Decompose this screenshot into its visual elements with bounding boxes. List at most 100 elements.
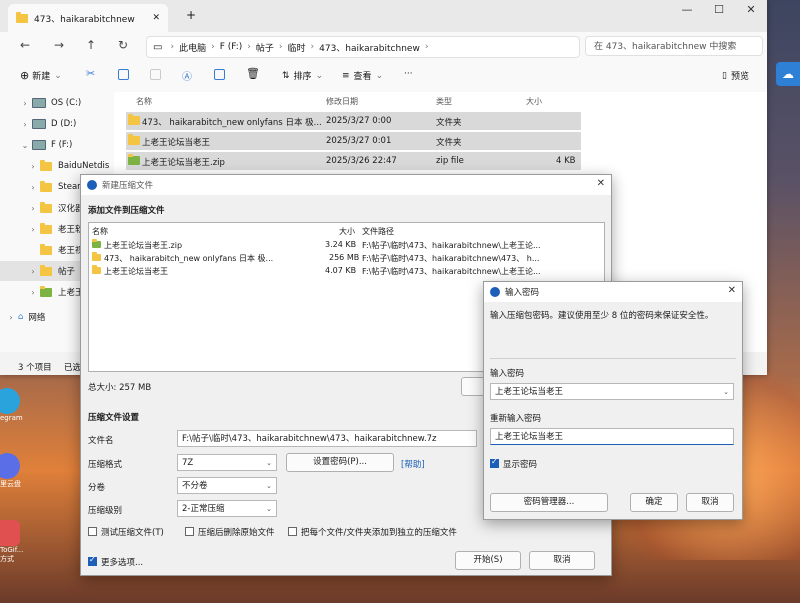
sidebar-item-d-drive[interactable]: › D (D:)	[0, 114, 114, 134]
checkbox-icon	[288, 527, 297, 536]
desktop-icon-aliyun[interactable]: 里云盘	[0, 453, 28, 489]
level-select[interactable]: 2-正常压缩 ⌄	[177, 500, 277, 517]
file-modified: 2025/3/27 0:00	[326, 116, 392, 126]
column-header-type[interactable]: 类型	[436, 96, 452, 107]
sidebar-item-c-drive[interactable]: › OS (C:)	[0, 93, 114, 113]
password-dialog: 输入密码 ✕ 输入压缩包密码。建议使用至少 8 位的密码来保证安全性。 输入密码…	[483, 281, 743, 520]
preview-button[interactable]: ▯ 预览	[722, 69, 749, 83]
file-type: 文件夹	[436, 118, 462, 128]
divider	[490, 358, 736, 359]
breadcrumb-drive-f[interactable]: F (F:)	[220, 42, 243, 52]
up-arrow-icon[interactable]: ↑	[86, 38, 96, 52]
format-label: 压缩格式	[88, 460, 123, 470]
password-dialog-title: 输入密码	[505, 288, 540, 298]
close-icon[interactable]: ✕	[597, 178, 605, 189]
enter-password-input[interactable]: 上老王论坛当老王 ⌄	[490, 383, 734, 400]
minimize-button[interactable]: —	[672, 0, 702, 20]
breadcrumb-this-pc[interactable]: 此电脑	[179, 41, 206, 54]
chevron-down-icon: ⌄	[266, 482, 272, 490]
more-options-checkbox[interactable]: 更多选项...	[88, 555, 143, 568]
refresh-icon[interactable]: ↻	[118, 38, 128, 52]
password-manager-button[interactable]: 密码管理器...	[490, 493, 608, 512]
list-item[interactable]: 上老王论坛当老王	[92, 265, 168, 277]
each-separate-checkbox[interactable]: 把每个文件/文件夹添加到独立的压缩文件	[288, 526, 457, 538]
breadcrumb-linshi[interactable]: 临时	[288, 41, 306, 54]
list-item-size: 4.07 KB	[325, 266, 357, 275]
list-header-path[interactable]: 文件路径	[362, 226, 394, 237]
search-input[interactable]: 在 473、haikarabitchnew 中搜索	[585, 36, 763, 56]
copy-icon[interactable]	[118, 69, 133, 80]
list-header-name[interactable]: 名称	[92, 226, 108, 237]
status-selected: 已选	[64, 363, 82, 373]
tab-current-folder[interactable]: 473、haikarabitchnew ✕	[8, 4, 168, 32]
more-options-button[interactable]: ···	[404, 69, 413, 79]
new-button-label: 新建	[32, 72, 51, 82]
delete-icon[interactable]: 🗑	[246, 67, 260, 80]
tab-bar: 473、haikarabitchnew ✕ + — ☐ ✕	[0, 0, 767, 32]
start-button[interactable]: 开始(S)	[455, 551, 521, 570]
drive-icon	[32, 140, 46, 150]
desktop-icon-telegram[interactable]: egram	[0, 388, 28, 422]
floating-cloud-widget[interactable]: ☁	[776, 62, 800, 86]
list-header-size[interactable]: 大小	[339, 226, 355, 237]
file-row[interactable]: 上老王论坛当老王 2025/3/27 0:01 文件夹	[126, 132, 581, 150]
cloud-drive-icon	[0, 453, 20, 479]
folder-icon	[16, 11, 28, 23]
breadcrumb-tiezi[interactable]: 帖子	[256, 41, 274, 54]
new-button[interactable]: ⊕ 新建 ⌄	[20, 69, 62, 82]
list-item[interactable]: 上老王论坛当老王.zip	[92, 239, 182, 251]
address-bar[interactable]: ▭ › 此电脑 › F (F:) › 帖子 › 临时 › 473、haikarabitc…	[146, 36, 580, 58]
column-header-name[interactable]: 名称	[136, 96, 152, 107]
dialog-titlebar: 新建压缩文件 ✕	[81, 175, 611, 195]
drive-icon	[32, 119, 46, 129]
set-password-button[interactable]: 设置密码(P)...	[286, 453, 394, 472]
close-tab-icon[interactable]: ✕	[152, 13, 160, 23]
view-button[interactable]: ≡ 查看 ⌄	[342, 69, 383, 83]
file-row[interactable]: 473、 haikarabitch_new onlyfans 日本 极... 2…	[126, 112, 581, 130]
view-label: 查看	[353, 72, 372, 82]
share-icon[interactable]	[214, 69, 229, 80]
app-logo-icon	[87, 180, 97, 190]
column-header-size[interactable]: 大小	[526, 96, 542, 107]
ok-button[interactable]: 确定	[630, 493, 678, 512]
file-row[interactable]: 上老王论坛当老王.zip 2025/3/26 22:47 zip file 4 …	[126, 152, 581, 170]
list-item-size: 3.24 KB	[325, 240, 357, 249]
paste-icon[interactable]	[150, 69, 165, 80]
back-arrow-icon[interactable]: ←	[20, 38, 30, 52]
rename-icon[interactable]: Ⓐ	[182, 68, 192, 83]
cut-icon[interactable]: ✂	[86, 67, 95, 80]
split-select[interactable]: 不分卷 ⌄	[177, 477, 277, 494]
desktop-icon-label: 里云盘	[0, 480, 21, 488]
sort-label: 排序	[293, 72, 312, 82]
format-select[interactable]: 7Z ⌄	[177, 454, 277, 471]
tab-title: 473、haikarabitchnew	[34, 14, 135, 25]
close-icon[interactable]: ✕	[728, 285, 736, 296]
password-dialog-titlebar: 输入密码 ✕	[484, 282, 742, 302]
checkbox-icon	[185, 527, 194, 536]
view-icon: ≡	[342, 70, 350, 81]
password-cancel-button[interactable]: 取消	[686, 493, 734, 512]
reenter-password-input[interactable]: 上老王论坛当老王	[490, 428, 734, 445]
filename-input[interactable]: F:\帖子\临时\473、haikarabitchnew\473、haikara…	[177, 430, 477, 447]
sidebar-item-baidunetdisk[interactable]: › BaiduNetdis	[0, 156, 114, 176]
sort-button[interactable]: ⇅ 排序 ⌄	[282, 69, 323, 83]
delete-after-checkbox[interactable]: 压缩后删除原始文件	[185, 526, 275, 538]
close-window-button[interactable]: ✕	[736, 0, 766, 20]
add-files-heading: 添加文件到压缩文件	[88, 206, 165, 216]
desktop-icon-togif[interactable]: ToGif... 方式	[0, 520, 28, 564]
list-item[interactable]: 473、 haikarabitch_new onlyfans 日本 极...	[92, 252, 273, 264]
breadcrumb-current[interactable]: 473、haikarabitchnew	[319, 41, 420, 54]
forward-arrow-icon[interactable]: →	[54, 38, 64, 52]
monitor-icon: ▭	[153, 41, 163, 53]
column-header-modified[interactable]: 修改日期	[326, 96, 358, 107]
reenter-password-label: 重新输入密码	[490, 414, 542, 424]
help-link[interactable]: [帮助]	[401, 458, 425, 470]
network-icon: ⌂	[18, 312, 24, 322]
cancel-button[interactable]: 取消	[529, 551, 595, 570]
chevron-down-icon: ⌄	[266, 505, 272, 513]
maximize-button[interactable]: ☐	[704, 0, 734, 20]
new-tab-button[interactable]: +	[186, 8, 196, 22]
test-archive-checkbox[interactable]: 测试压缩文件(T)	[88, 526, 164, 538]
sidebar-item-f-drive[interactable]: ⌄ F (F:)	[0, 135, 114, 155]
show-password-checkbox[interactable]: 显示密码	[490, 457, 537, 470]
